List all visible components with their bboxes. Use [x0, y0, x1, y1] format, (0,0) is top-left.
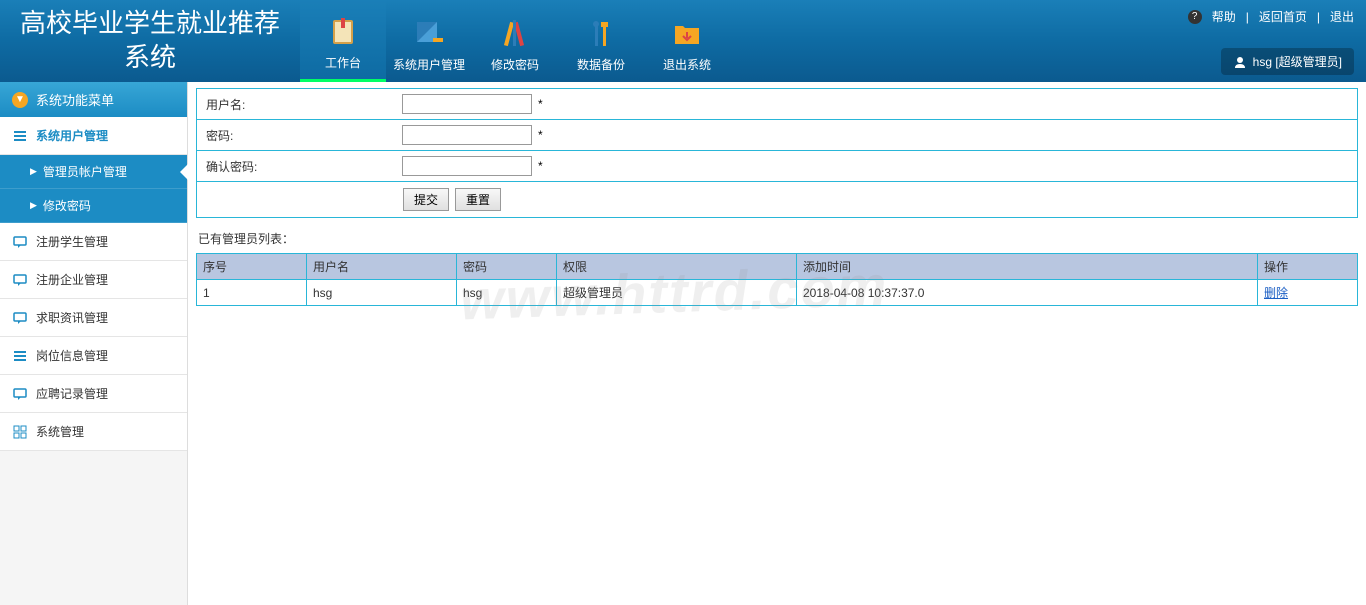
help-icon: ?	[1188, 10, 1202, 24]
nav-users[interactable]: 系统用户管理	[386, 0, 472, 82]
list-title: 已有管理员列表：	[198, 230, 1358, 247]
divider: |	[1246, 10, 1249, 24]
submenu: ▶ 管理员帐户管理 ▶ 修改密码	[0, 155, 187, 223]
top-nav: 工作台 系统用户管理 修改密码 数据备份 退出系统	[300, 0, 730, 82]
form-row-confirm: 确认密码: *	[197, 151, 1357, 182]
nav-label: 系统用户管理	[393, 56, 465, 73]
nav-password[interactable]: 修改密码	[472, 0, 558, 82]
sidebar-item-companies[interactable]: 注册企业管理	[0, 261, 187, 299]
home-link[interactable]: 返回首页	[1259, 8, 1307, 25]
sidebar-item-positions[interactable]: 岗位信息管理	[0, 337, 187, 375]
sidebar-item-label: 系统管理	[36, 423, 84, 440]
cell-password: hsg	[457, 280, 557, 306]
required-asterisk: *	[538, 128, 543, 142]
cell-time: 2018-04-08 10:37:37.0	[797, 280, 1258, 306]
sidebar-item-label: 岗位信息管理	[36, 347, 108, 364]
admin-form: 用户名: * 密码: * 确认密码: *	[196, 88, 1358, 218]
sidebar-item-apply[interactable]: 应聘记录管理	[0, 375, 187, 413]
user-icon	[1233, 55, 1247, 69]
submenu-label: 管理员帐户管理	[43, 163, 127, 180]
form-row-password: 密码: *	[197, 120, 1357, 151]
sidebar-item-label: 求职资讯管理	[36, 309, 108, 326]
submenu-admin-accounts[interactable]: ▶ 管理员帐户管理	[0, 155, 187, 189]
table-header-row: 序号 用户名 密码 权限 添加时间 操作	[197, 254, 1358, 280]
nav-backup[interactable]: 数据备份	[558, 0, 644, 82]
sidebar-item-students[interactable]: 注册学生管理	[0, 223, 187, 261]
required-asterisk: *	[538, 159, 543, 173]
list-icon	[12, 128, 28, 144]
form-row-username: 用户名: *	[197, 89, 1357, 120]
app-title: 高校毕业学生就业推荐系统	[0, 7, 300, 75]
sidebar-item-users[interactable]: 系统用户管理	[0, 117, 187, 155]
chat-icon	[12, 310, 28, 326]
table-row: 1 hsg hsg 超级管理员 2018-04-08 10:37:37.0 删除	[197, 280, 1358, 306]
submit-button[interactable]: 提交	[403, 188, 449, 211]
ruler-icon	[411, 16, 447, 52]
sidebar-item-jobinfo[interactable]: 求职资讯管理	[0, 299, 187, 337]
admin-table: 序号 用户名 密码 权限 添加时间 操作 1 hsg hsg 超级管理员 201…	[196, 253, 1358, 306]
nav-workbench[interactable]: 工作台	[300, 0, 386, 82]
nav-label: 数据备份	[577, 56, 625, 73]
cell-action: 删除	[1258, 280, 1358, 306]
password-label: 密码:	[202, 127, 402, 144]
th-role: 权限	[557, 254, 797, 280]
book-icon	[325, 14, 361, 50]
pencil-ruler-icon	[497, 16, 533, 52]
required-asterisk: *	[538, 97, 543, 111]
reset-button[interactable]: 重置	[455, 188, 501, 211]
confirm-password-input[interactable]	[402, 156, 532, 176]
arrow-right-icon: ▶	[30, 166, 37, 177]
sidebar-item-label: 注册企业管理	[36, 271, 108, 288]
cell-username: hsg	[307, 280, 457, 306]
chat-icon	[12, 272, 28, 288]
sidebar-item-system[interactable]: 系统管理	[0, 413, 187, 451]
nav-label: 修改密码	[491, 56, 539, 73]
sidebar-header-label: 系统功能菜单	[36, 90, 114, 109]
sidebar-header[interactable]: ▼ 系统功能菜单	[0, 82, 187, 117]
grid-icon	[12, 424, 28, 440]
submenu-label: 修改密码	[43, 197, 91, 214]
submenu-change-password[interactable]: ▶ 修改密码	[0, 189, 187, 223]
user-badge[interactable]: hsg [超级管理员]	[1221, 48, 1354, 75]
tools-icon	[583, 16, 619, 52]
chat-icon	[12, 234, 28, 250]
password-input[interactable]	[402, 125, 532, 145]
logout-link[interactable]: 退出	[1330, 8, 1354, 25]
nav-label: 工作台	[325, 54, 361, 71]
user-name: hsg [超级管理员]	[1253, 53, 1342, 70]
divider: |	[1317, 10, 1320, 24]
cell-role: 超级管理员	[557, 280, 797, 306]
chevron-down-icon: ▼	[12, 92, 28, 108]
th-seq: 序号	[197, 254, 307, 280]
arrow-right-icon: ▶	[30, 200, 37, 211]
nav-exit[interactable]: 退出系统	[644, 0, 730, 82]
sidebar-item-label: 系统用户管理	[36, 127, 108, 144]
th-password: 密码	[457, 254, 557, 280]
sidebar-item-label: 注册学生管理	[36, 233, 108, 250]
help-link[interactable]: 帮助	[1212, 8, 1236, 25]
sidebar: ▼ 系统功能菜单 系统用户管理 ▶ 管理员帐户管理 ▶ 修改密码 注册学生管理 …	[0, 82, 188, 605]
th-action: 操作	[1258, 254, 1358, 280]
chat-icon	[12, 386, 28, 402]
main-content: 用户名: * 密码: * 确认密码: *	[188, 82, 1366, 605]
form-buttons: 提交 重置	[197, 182, 1357, 217]
container: ▼ 系统功能菜单 系统用户管理 ▶ 管理员帐户管理 ▶ 修改密码 注册学生管理 …	[0, 82, 1366, 605]
th-time: 添加时间	[797, 254, 1258, 280]
confirm-label: 确认密码:	[202, 158, 402, 175]
cell-seq: 1	[197, 280, 307, 306]
sidebar-item-label: 应聘记录管理	[36, 385, 108, 402]
header-links: ? 帮助 | 返回首页 | 退出	[1188, 8, 1354, 25]
username-input[interactable]	[402, 94, 532, 114]
th-username: 用户名	[307, 254, 457, 280]
delete-link[interactable]: 删除	[1264, 286, 1288, 300]
header: 高校毕业学生就业推荐系统 工作台 系统用户管理 修改密码 数据备份	[0, 0, 1366, 82]
folder-download-icon	[669, 16, 705, 52]
username-label: 用户名:	[202, 96, 402, 113]
list-icon	[12, 348, 28, 364]
nav-label: 退出系统	[663, 56, 711, 73]
